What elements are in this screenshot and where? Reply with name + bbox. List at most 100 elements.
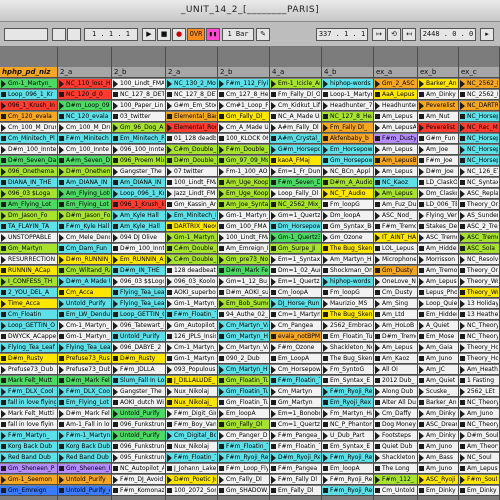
clip-slot[interactable]: Stakes_Del [418, 222, 458, 232]
clip-slot[interactable]: NC_Soul [459, 453, 499, 463]
clip-slot[interactable]: D#m_RUNNIN_A [58, 255, 111, 265]
clip-slot[interactable]: NC_BCn_Appl [322, 167, 373, 177]
clip-slot[interactable]: Cm_Mele_Denc [58, 233, 111, 243]
clip-stop-icon[interactable] [460, 400, 465, 405]
clip-slot[interactable]: A#m_Crystal_Ca [270, 134, 321, 144]
clip-play-icon[interactable] [219, 146, 224, 154]
clip-stop-icon[interactable] [167, 114, 172, 119]
clip-slot[interactable]: AOKI_superbot [166, 288, 217, 298]
clip-stop-icon[interactable] [375, 246, 380, 251]
clip-slot[interactable]: NC_120_d_0 [58, 90, 111, 100]
clip-stop-icon[interactable] [1, 246, 6, 251]
clip-play-icon[interactable] [113, 476, 118, 484]
clip-slot[interactable]: Am_LepusB [374, 156, 417, 166]
clip-stop-icon[interactable] [271, 224, 276, 229]
clip-stop-icon[interactable] [113, 422, 118, 427]
clip-slot[interactable]: Cm_Horsepow [270, 365, 321, 375]
clip-play-icon[interactable] [419, 168, 424, 176]
clip-slot[interactable]: Cm_100_Innte [58, 145, 111, 155]
clip-stop-icon[interactable] [59, 312, 64, 317]
clip-slot[interactable]: Am_Kyle_Hall [112, 222, 165, 232]
clip-slot[interactable]: 096_03 $Loga [0, 189, 57, 199]
clip-play-icon[interactable] [113, 190, 118, 198]
clip-play-icon[interactable] [419, 454, 424, 462]
clip-stop-icon[interactable] [167, 444, 172, 449]
clip-slot[interactable]: A#m_Fally_Dl [270, 123, 321, 133]
clip-slot[interactable]: Cm_Floatin [0, 310, 57, 320]
clip-slot[interactable]: NC_130_2_Mot [166, 79, 217, 89]
clip-slot[interactable]: Gm_2_ASC [374, 79, 417, 89]
clip-slot[interactable]: NC_2562_LEt [459, 79, 499, 89]
clip-slot[interactable]: Cm-1_Martyn_ [166, 343, 217, 353]
clip-play-icon[interactable] [1, 366, 6, 374]
clip-play-icon[interactable] [1, 190, 6, 198]
clip-slot[interactable]: Em_Dinky [418, 486, 458, 496]
clip-slot[interactable]: Gm=1_12_Bu_Ha [218, 277, 269, 287]
clip-slot[interactable]: Untold_Purify [112, 431, 165, 441]
clip-slot[interactable]: Em_Syntax_E [322, 376, 373, 386]
clip-stop-icon[interactable] [167, 378, 172, 383]
clip-play-icon[interactable] [419, 388, 424, 396]
clip-play-icon[interactable] [113, 388, 118, 396]
loop-length-field[interactable]: 2448 . 0 . 0 [420, 28, 476, 41]
clip-play-icon[interactable] [460, 212, 465, 220]
clip-slot[interactable]: ASC_2_Tre [459, 222, 499, 232]
clip-slot[interactable]: Headhunter_78 [322, 101, 373, 111]
clip-play-icon[interactable] [167, 146, 172, 154]
clip-play-icon[interactable] [219, 168, 224, 176]
clip-slot[interactable]: NC_126_ET [459, 167, 499, 177]
clip-play-icon[interactable] [323, 256, 328, 264]
clip-play-icon[interactable] [167, 410, 172, 418]
clip-slot[interactable]: 096_Tatewart_M [112, 321, 165, 331]
clip-slot[interactable]: Alter All Dub [374, 398, 417, 408]
clip-stop-icon[interactable] [167, 92, 172, 97]
clip-stop-icon[interactable] [1, 180, 6, 185]
clip-stop-icon[interactable] [59, 400, 64, 405]
clip-slot[interactable]: 096_100_Innte [112, 145, 165, 155]
clip-stop-icon[interactable] [323, 488, 328, 493]
clip-play-icon[interactable] [167, 124, 172, 132]
clip-slot[interactable]: D#m_Poetic Jus [166, 475, 217, 485]
clip-slot[interactable]: Prefuse73_Dub [58, 365, 111, 375]
track-header[interactable]: 2_a [166, 67, 217, 78]
track-header[interactable]: hphp_pd_niz [0, 67, 57, 78]
clip-play-icon[interactable] [460, 168, 465, 176]
clip-slot[interactable]: Am_Dinky [418, 409, 458, 419]
clip-stop-icon[interactable] [323, 444, 328, 449]
clip-stop-icon[interactable] [219, 136, 224, 141]
clip-play-icon[interactable] [1, 146, 6, 154]
clip-slot[interactable]: F#m_Fally Dl [270, 475, 321, 485]
clip-play-icon[interactable] [419, 190, 424, 198]
clip-slot[interactable]: D#m_Mark Felt [218, 266, 269, 276]
clip-play-icon[interactable] [113, 432, 118, 440]
clip-slot[interactable]: Elemental_Rom [166, 123, 217, 133]
clip-play-icon[interactable] [219, 410, 224, 418]
clip-play-icon[interactable] [375, 388, 380, 396]
clip-slot[interactable]: fall in love flying [0, 398, 57, 408]
clip-stop-icon[interactable] [375, 202, 380, 207]
clip-play-icon[interactable] [59, 102, 64, 110]
clip-stop-icon[interactable] [219, 312, 224, 317]
clip-slot[interactable]: F#m_Floatin_Tun [218, 442, 269, 452]
clip-slot[interactable]: F#m_Floatin_Tu [166, 453, 217, 463]
clip-play-icon[interactable] [419, 344, 424, 352]
clip-stop-icon[interactable] [59, 290, 64, 295]
clip-stop-icon[interactable] [375, 290, 380, 295]
clip-play-icon[interactable] [219, 344, 224, 352]
clip-play-icon[interactable] [167, 278, 172, 286]
clip-stop-icon[interactable] [167, 180, 172, 185]
clip-stop-icon[interactable] [1, 290, 6, 295]
clip-slot[interactable]: D#m_Seven_Dal [0, 156, 57, 166]
clip-play-icon[interactable] [460, 190, 465, 198]
clip-slot[interactable]: Flying_Tea_Leaf [0, 343, 57, 353]
clip-stop-icon[interactable] [375, 92, 380, 97]
clip-play-icon[interactable] [460, 410, 465, 418]
clip-stop-icon[interactable] [323, 92, 328, 97]
clip-play-icon[interactable] [419, 234, 424, 242]
clip-slot[interactable]: Fm-1_100_AOKI [218, 167, 269, 177]
clip-stop-icon[interactable] [271, 444, 276, 449]
clip-stop-icon[interactable] [113, 92, 118, 97]
clip-slot[interactable]: Em_Uge_Koop [218, 189, 269, 199]
clip-stop-icon[interactable] [460, 224, 465, 229]
clip-slot[interactable]: Cm_Martyn [270, 387, 321, 397]
